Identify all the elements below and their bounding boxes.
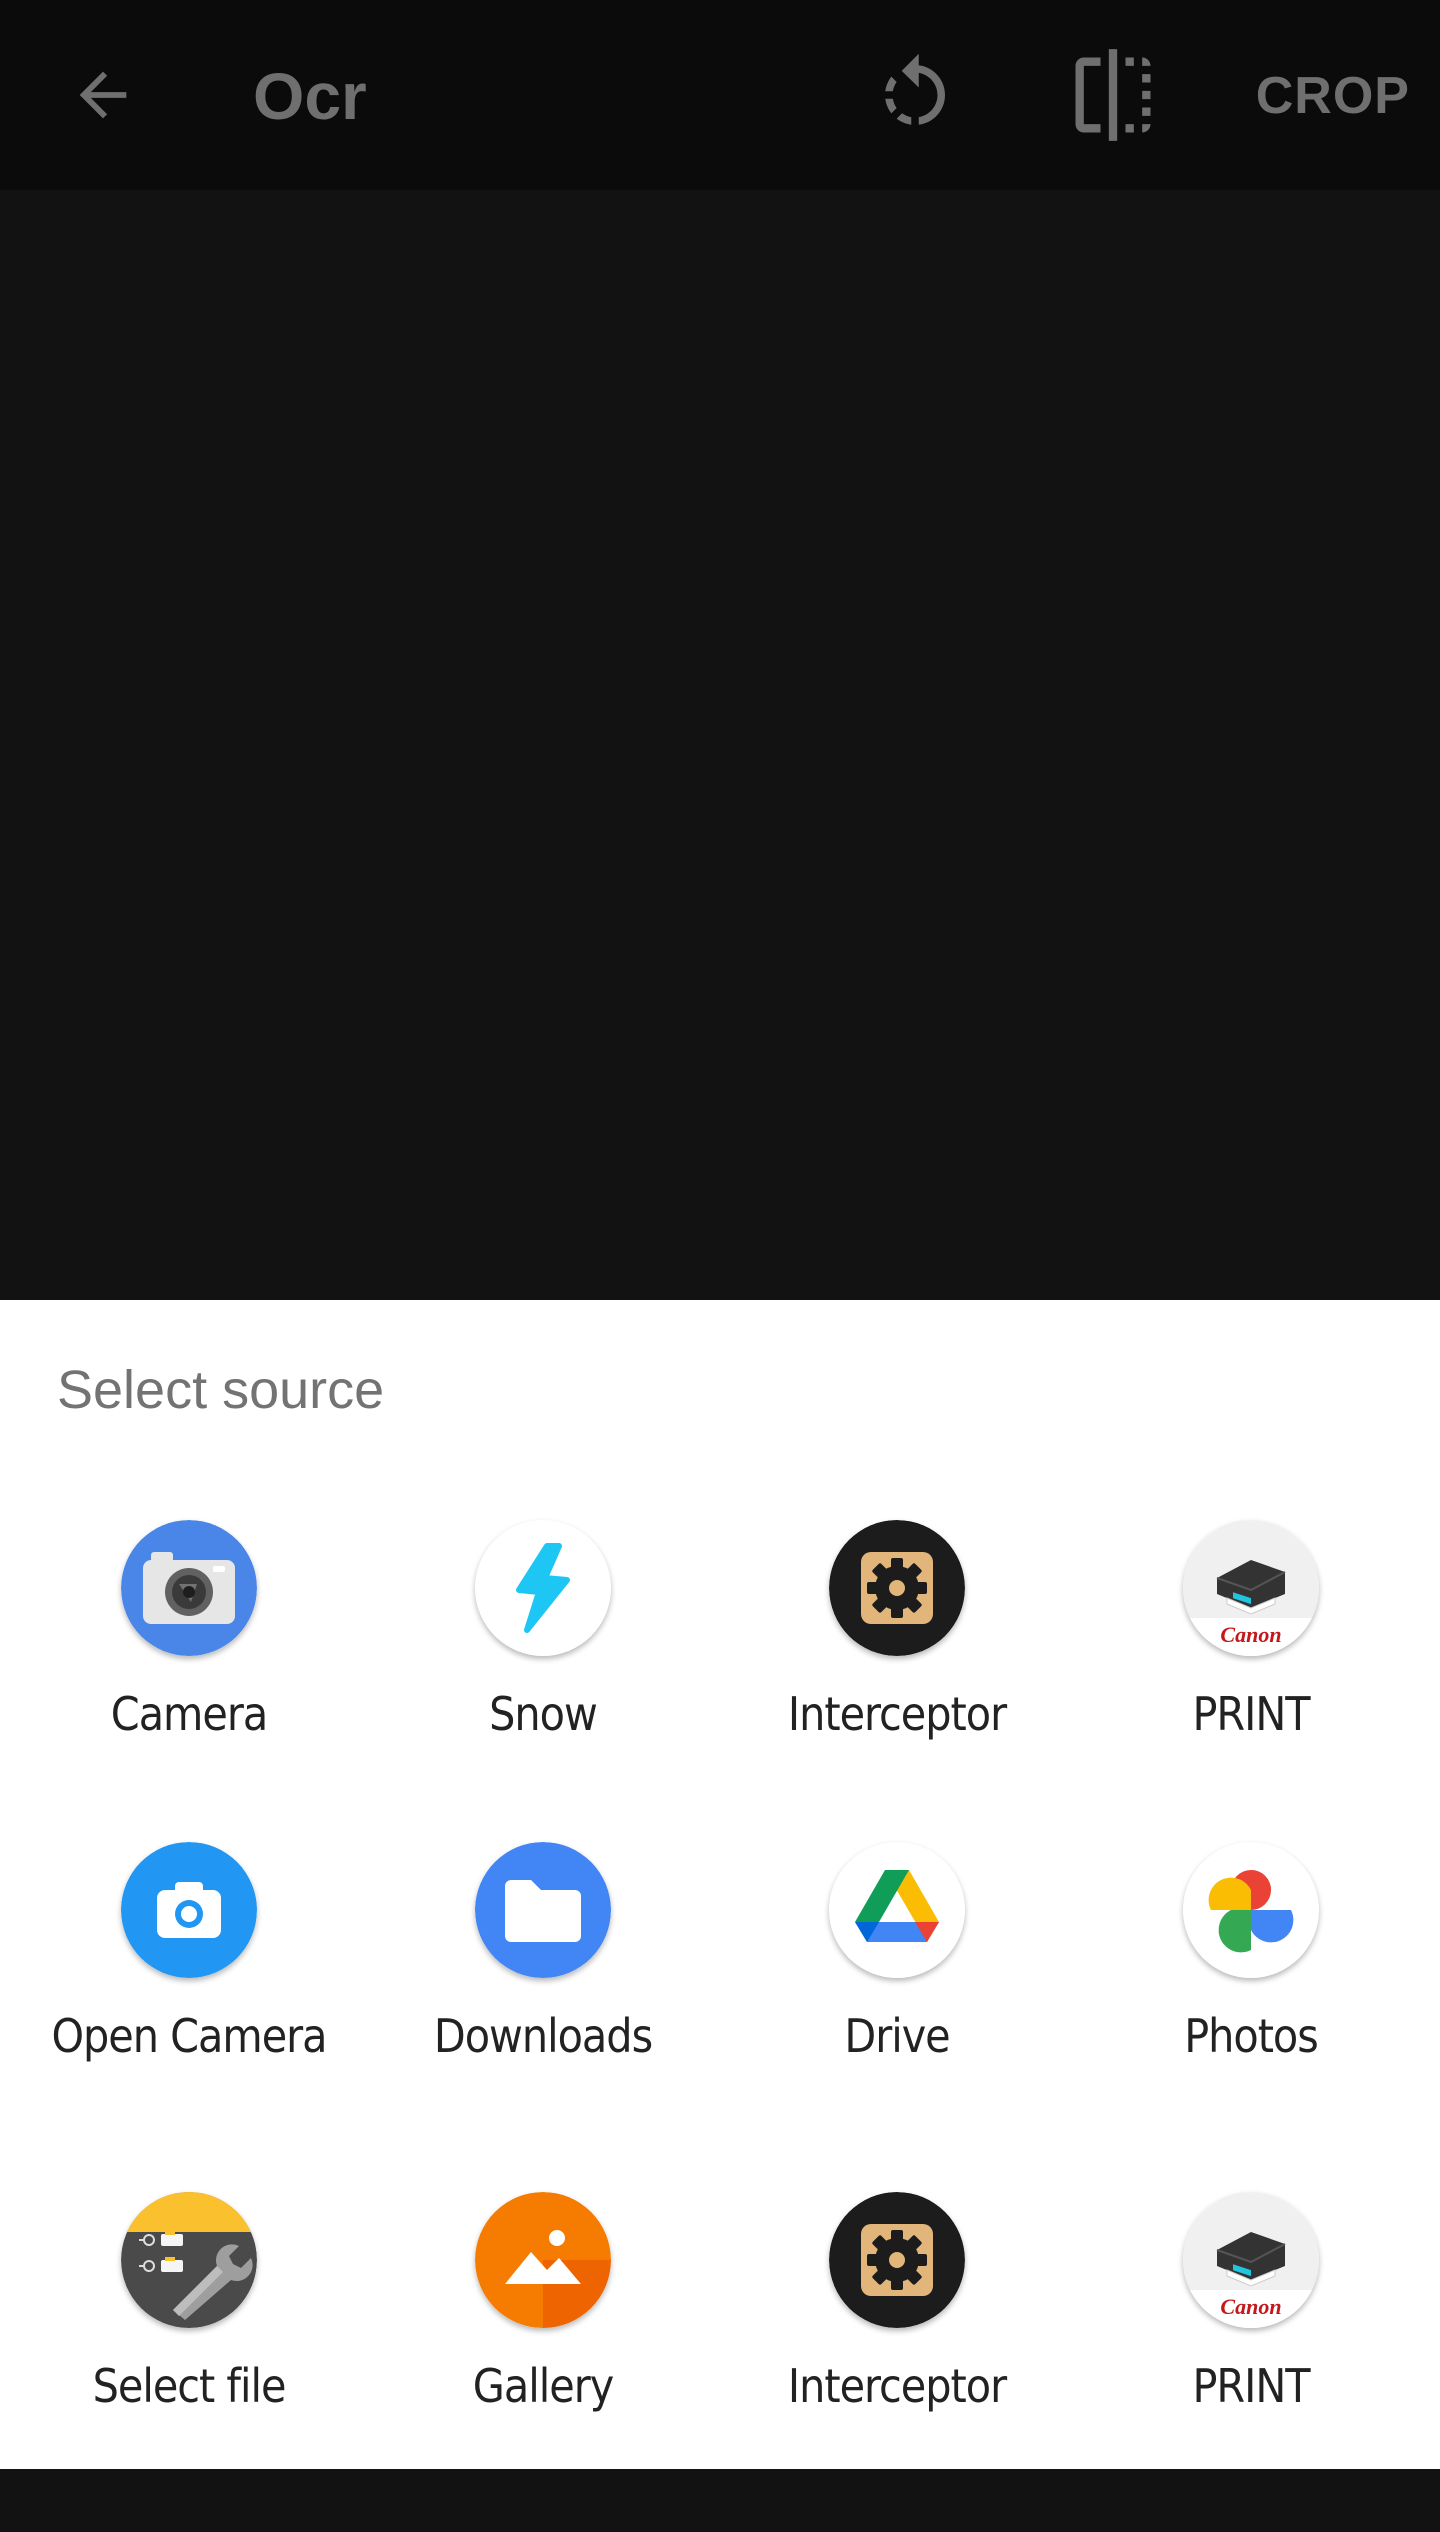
gallery-icon	[475, 2192, 611, 2328]
app-label: Gallery	[472, 2359, 614, 2413]
app-tile-interceptor[interactable]: Interceptor	[720, 1520, 1074, 1860]
flip-button[interactable]	[1058, 40, 1168, 150]
camera-icon	[121, 1520, 257, 1656]
app-label: Photos	[1184, 2009, 1319, 2063]
canon-print-icon: Canon	[1183, 1520, 1319, 1656]
open-camera-icon	[121, 1842, 257, 1978]
app-tile-snow[interactable]: Snow	[366, 1520, 720, 1860]
rotate-button[interactable]	[865, 45, 965, 145]
select-source-sheet: Select source Camera Snow Interceptor Ca…	[0, 1300, 1440, 2469]
app-label: Downloads	[433, 2009, 653, 2063]
file-manager-icon	[121, 2192, 257, 2328]
app-toolbar: Ocr CROP	[0, 0, 1440, 190]
app-tile-drive[interactable]: Drive	[720, 1842, 1074, 2182]
drive-icon	[829, 1842, 965, 1978]
photos-icon	[1183, 1842, 1319, 1978]
app-label: PRINT	[1192, 2359, 1310, 2413]
app-label: Camera	[110, 1687, 268, 1741]
flip-icon	[1075, 49, 1151, 141]
app-tile-gallery[interactable]: Gallery	[366, 2192, 720, 2532]
app-label: Open Camera	[51, 2009, 327, 2063]
interceptor-icon	[829, 2192, 965, 2328]
rotate-icon	[885, 53, 945, 125]
app-label: Drive	[844, 2009, 950, 2063]
app-tile-camera[interactable]: Camera	[12, 1520, 366, 1860]
app-tile-select-file[interactable]: Select file	[12, 2192, 366, 2532]
sheet-title: Select source	[57, 1360, 385, 1420]
app-tile-photos[interactable]: Photos	[1074, 1842, 1428, 2182]
arrow-left-icon	[79, 71, 127, 119]
app-tile-open-camera[interactable]: Open Camera	[12, 1842, 366, 2182]
folder-icon	[475, 1842, 611, 1978]
page-title: Ocr	[253, 59, 367, 133]
app-label: Select file	[92, 2359, 287, 2413]
app-label: PRINT	[1192, 1687, 1310, 1741]
app-tile-downloads[interactable]: Downloads	[366, 1842, 720, 2182]
app-tile-interceptor-2[interactable]: Interceptor	[720, 2192, 1074, 2532]
app-label: Interceptor	[787, 1687, 1007, 1741]
canon-logo-text: Canon	[1220, 1622, 1281, 1647]
interceptor-icon	[829, 1520, 965, 1656]
snow-icon	[475, 1520, 611, 1656]
canon-print-icon: Canon	[1183, 2192, 1319, 2328]
app-tile-print-2[interactable]: Canon PRINT	[1074, 2192, 1428, 2532]
app-label: Interceptor	[787, 2359, 1007, 2413]
app-tile-print[interactable]: Canon PRINT	[1074, 1520, 1428, 1860]
crop-button[interactable]: CROP	[1230, 56, 1410, 136]
app-label: Snow	[489, 1687, 598, 1741]
back-button[interactable]	[58, 50, 148, 140]
canon-logo-text: Canon	[1220, 2294, 1281, 2319]
image-preview	[0, 190, 1440, 1300]
